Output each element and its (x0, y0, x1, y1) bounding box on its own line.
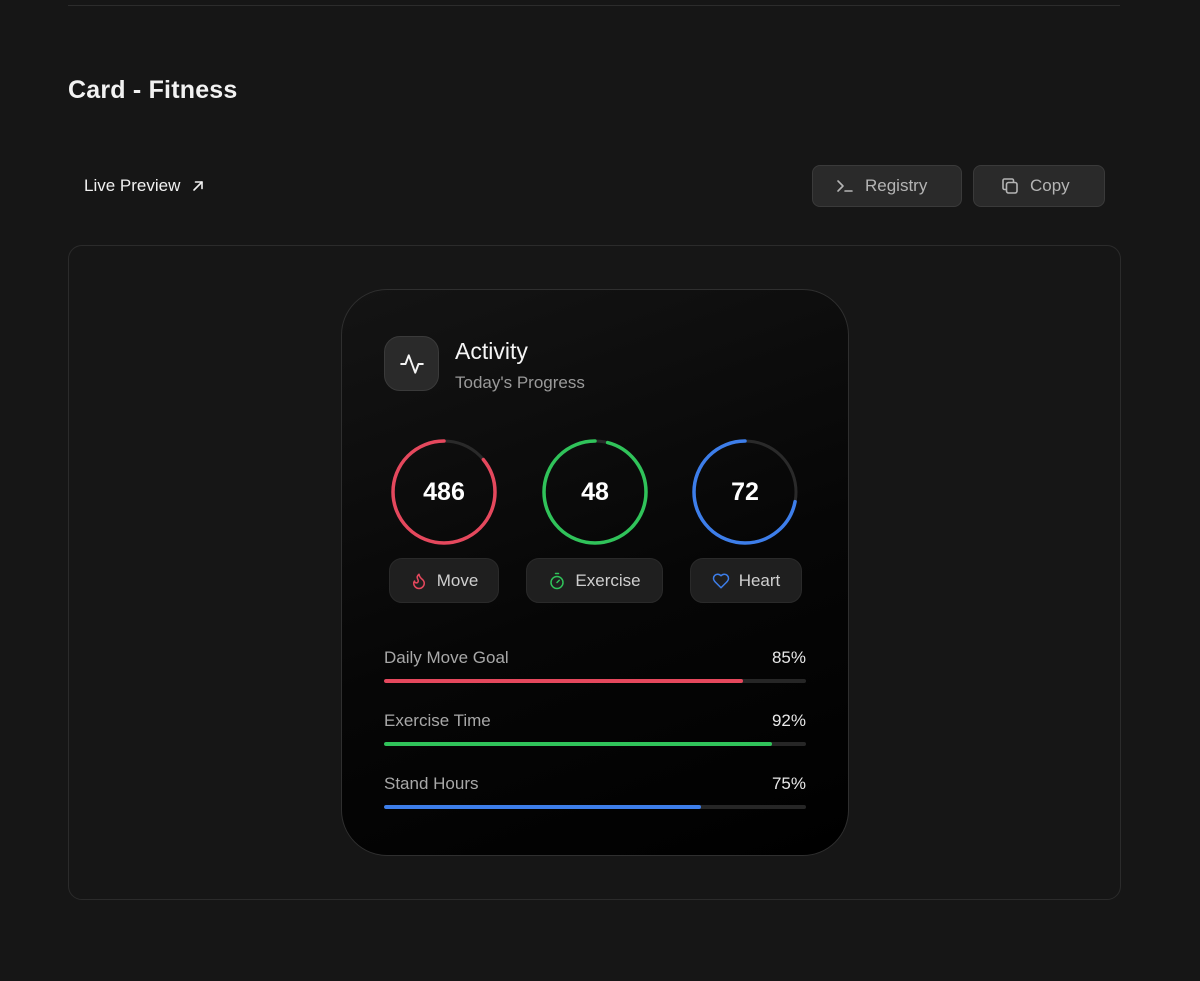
stat-percent: 92% (771, 711, 806, 730)
registry-button[interactable]: Registry (812, 165, 962, 207)
exercise-ring: 48 (540, 437, 650, 547)
page-title: Card - Fitness (68, 76, 238, 104)
stat-percent: 75% (771, 774, 806, 793)
stat-daily-move-goal: Daily Move Goal 85% (384, 648, 806, 692)
terminal-icon (837, 180, 853, 192)
move-ring: 486 (389, 437, 499, 547)
stat-percent: 85% (771, 648, 806, 667)
move-label: Move (436, 570, 479, 590)
stat-label: Exercise Time (384, 711, 491, 730)
exercise-button[interactable]: Exercise (526, 558, 663, 603)
heart-icon (712, 573, 729, 588)
stat-exercise-time: Exercise Time 92% (384, 711, 806, 755)
activity-icon (399, 353, 424, 374)
progress-track (384, 742, 806, 746)
live-preview-label: Live Preview (84, 176, 181, 195)
progress-fill (384, 679, 743, 683)
flame-icon (412, 573, 425, 589)
move-button[interactable]: Move (389, 558, 499, 603)
stat-label: Daily Move Goal (384, 648, 509, 667)
progress-track (384, 805, 806, 809)
arrow-up-right-icon (193, 181, 204, 191)
heart-label: Heart (738, 570, 781, 590)
exercise-label: Exercise (575, 570, 641, 590)
heart-button[interactable]: Heart (690, 558, 802, 603)
progress-fill (384, 742, 773, 746)
heart-value: 72 (731, 477, 759, 506)
stat-stand-hours: Stand Hours 75% (384, 774, 806, 818)
stat-label: Stand Hours (384, 774, 479, 793)
card-heading: Activity Today's Progress (455, 336, 585, 393)
move-value: 486 (423, 477, 465, 506)
preview-toolbar: Live Preview Registry Copy (68, 164, 1106, 208)
exercise-value: 48 (581, 477, 609, 506)
page: Card - Fitness Live Preview Registry Cop… (0, 0, 1200, 981)
progress-fill (384, 805, 701, 809)
copy-icon (1002, 178, 1018, 194)
card-header: Activity Today's Progress (384, 336, 585, 393)
heart-ring: 72 (690, 437, 800, 547)
progress-track (384, 679, 806, 683)
registry-label: Registry (865, 176, 928, 195)
stopwatch-icon (550, 572, 565, 589)
card-subtitle: Today's Progress (455, 373, 585, 392)
activity-icon-box (384, 336, 439, 391)
copy-label: Copy (1030, 176, 1070, 195)
copy-button[interactable]: Copy (973, 165, 1105, 207)
live-preview-link[interactable]: Live Preview (68, 164, 222, 208)
card-title: Activity (455, 338, 528, 364)
top-divider (68, 5, 1120, 6)
fitness-card: Activity Today's Progress 486 48 72 Move… (341, 289, 849, 856)
